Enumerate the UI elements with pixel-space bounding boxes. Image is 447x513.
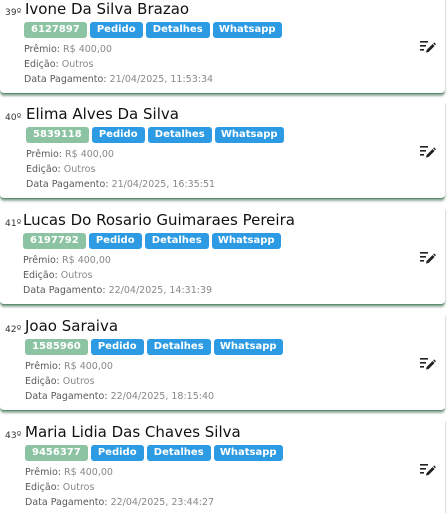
edicao-value: Outros [61, 59, 94, 70]
premio-label: Prêmio: [25, 467, 62, 478]
data-pagamento-value: 22/04/2025, 14:31:39 [108, 285, 213, 296]
detalhes-button[interactable]: Detalhes [144, 233, 209, 249]
premio-value: R$ 400,00 [64, 467, 113, 478]
pedido-button[interactable]: Pedido [90, 445, 144, 461]
winner-name: Ivone Da Silva Brazao [25, 0, 190, 18]
premio-value: R$ 400,00 [62, 255, 111, 266]
premio-value: R$ 400,00 [65, 149, 114, 160]
edicao-label: Edição: [23, 270, 58, 281]
winner-name: Maria Lidia Das Chaves Silva [25, 423, 241, 441]
data-pagamento-line: Data Pagamento: 21/04/2025, 16:35:51 [26, 179, 215, 190]
edicao-value: Outros [62, 376, 95, 387]
winner-name: Joao Saraiva [25, 317, 119, 335]
edicao-label: Edição: [24, 59, 59, 70]
data-pagamento-label: Data Pagamento: [26, 179, 109, 190]
edicao-label: Edição: [25, 376, 60, 387]
action-row: 6197792 Pedido Detalhes Whatsapp [23, 233, 281, 249]
premio-value: R$ 400,00 [63, 44, 112, 55]
action-row: 9456377 Pedido Detalhes Whatsapp [25, 445, 283, 461]
whatsapp-button[interactable]: Whatsapp [212, 22, 282, 38]
ticket-code-badge: 6127897 [24, 22, 87, 38]
data-pagamento-value: 21/04/2025, 16:35:51 [111, 179, 216, 190]
premio-line: Prêmio: R$ 400,00 [25, 361, 113, 372]
edicao-line: Edição: Outros [25, 376, 94, 387]
detalhes-button[interactable]: Detalhes [146, 339, 211, 355]
winner-card: 40º Elima Alves Da Silva 5839118 Pedido Deta… [0, 102, 445, 199]
rank-number: 41º [5, 219, 22, 229]
pedido-button[interactable]: Pedido [90, 339, 144, 355]
edicao-line: Edição: Outros [24, 59, 93, 70]
ticket-code-badge: 1585960 [25, 339, 88, 355]
edicao-label: Edição: [26, 164, 61, 175]
edicao-value: Outros [63, 164, 96, 175]
rank-number: 40º [5, 113, 22, 123]
rank-number: 39º [5, 8, 22, 18]
action-row: 5839118 Pedido Detalhes Whatsapp [26, 127, 284, 143]
winner-name: Lucas Do Rosario Guimaraes Pereira [23, 211, 295, 229]
premio-label: Prêmio: [24, 44, 61, 55]
ticket-code-badge: 9456377 [25, 445, 88, 461]
data-pagamento-label: Data Pagamento: [23, 285, 106, 296]
edit-pencil-icon[interactable] [420, 355, 436, 370]
edit-pencil-icon[interactable] [420, 38, 436, 53]
edit-pencil-icon[interactable] [420, 249, 436, 264]
data-pagamento-line: Data Pagamento: 22/04/2025, 14:31:39 [23, 285, 212, 296]
edicao-value: Outros [62, 482, 95, 493]
edicao-line: Edição: Outros [25, 482, 94, 493]
pedido-button[interactable]: Pedido [88, 233, 142, 249]
premio-label: Prêmio: [25, 361, 62, 372]
rank-number: 42º [5, 325, 22, 335]
pedido-button[interactable]: Pedido [89, 22, 143, 38]
whatsapp-button[interactable]: Whatsapp [214, 127, 284, 143]
detalhes-button[interactable]: Detalhes [147, 127, 212, 143]
data-pagamento-label: Data Pagamento: [24, 74, 107, 85]
action-row: 1585960 Pedido Detalhes Whatsapp [25, 339, 283, 355]
data-pagamento-value: 22/04/2025, 23:44:27 [110, 497, 215, 508]
edicao-line: Edição: Outros [26, 164, 95, 175]
premio-label: Prêmio: [23, 255, 60, 266]
edicao-line: Edição: Outros [23, 270, 92, 281]
data-pagamento-value: 22/04/2025, 18:15:40 [110, 391, 215, 402]
detalhes-button[interactable]: Detalhes [145, 22, 210, 38]
winner-card: 41º Lucas Do Rosario Guimaraes Pereira 619… [0, 208, 445, 305]
ticket-code-badge: 5839118 [26, 127, 89, 143]
action-row: 6127897 Pedido Detalhes Whatsapp [24, 22, 282, 38]
winner-card: 39º Ivone Da Silva Brazao 6127897 Pedido Det… [0, 0, 445, 94]
premio-line: Prêmio: R$ 400,00 [23, 255, 111, 266]
data-pagamento-line: Data Pagamento: 21/04/2025, 11:53:34 [24, 74, 213, 85]
data-pagamento-value: 21/04/2025, 11:53:34 [109, 74, 214, 85]
ticket-code-badge: 6197792 [23, 233, 86, 249]
winners-list: 39º Ivone Da Silva Brazao 6127897 Pedido Det… [0, 0, 447, 513]
edicao-label: Edição: [25, 482, 60, 493]
rank-number: 43º [5, 431, 22, 441]
premio-line: Prêmio: R$ 400,00 [24, 44, 112, 55]
winner-card: 42º Joao Saraiva 1585960 Pedido Detalhes What… [0, 314, 445, 411]
detalhes-button[interactable]: Detalhes [146, 445, 211, 461]
whatsapp-button[interactable]: Whatsapp [213, 445, 283, 461]
data-pagamento-line: Data Pagamento: 22/04/2025, 18:15:40 [25, 391, 214, 402]
edit-pencil-icon[interactable] [420, 143, 436, 158]
whatsapp-button[interactable]: Whatsapp [213, 339, 283, 355]
edicao-value: Outros [60, 270, 93, 281]
premio-value: R$ 400,00 [64, 361, 113, 372]
winner-name: Elima Alves Da Silva [26, 105, 179, 123]
premio-label: Prêmio: [26, 149, 63, 160]
data-pagamento-label: Data Pagamento: [25, 497, 108, 508]
pedido-button[interactable]: Pedido [91, 127, 145, 143]
edit-pencil-icon[interactable] [420, 461, 436, 476]
winner-card: 43º Maria Lidia Das Chaves Silva 9456377 Pe… [0, 420, 445, 513]
whatsapp-button[interactable]: Whatsapp [211, 233, 281, 249]
data-pagamento-line: Data Pagamento: 22/04/2025, 23:44:27 [25, 497, 214, 508]
premio-line: Prêmio: R$ 400,00 [26, 149, 114, 160]
data-pagamento-label: Data Pagamento: [25, 391, 108, 402]
premio-line: Prêmio: R$ 400,00 [25, 467, 113, 478]
